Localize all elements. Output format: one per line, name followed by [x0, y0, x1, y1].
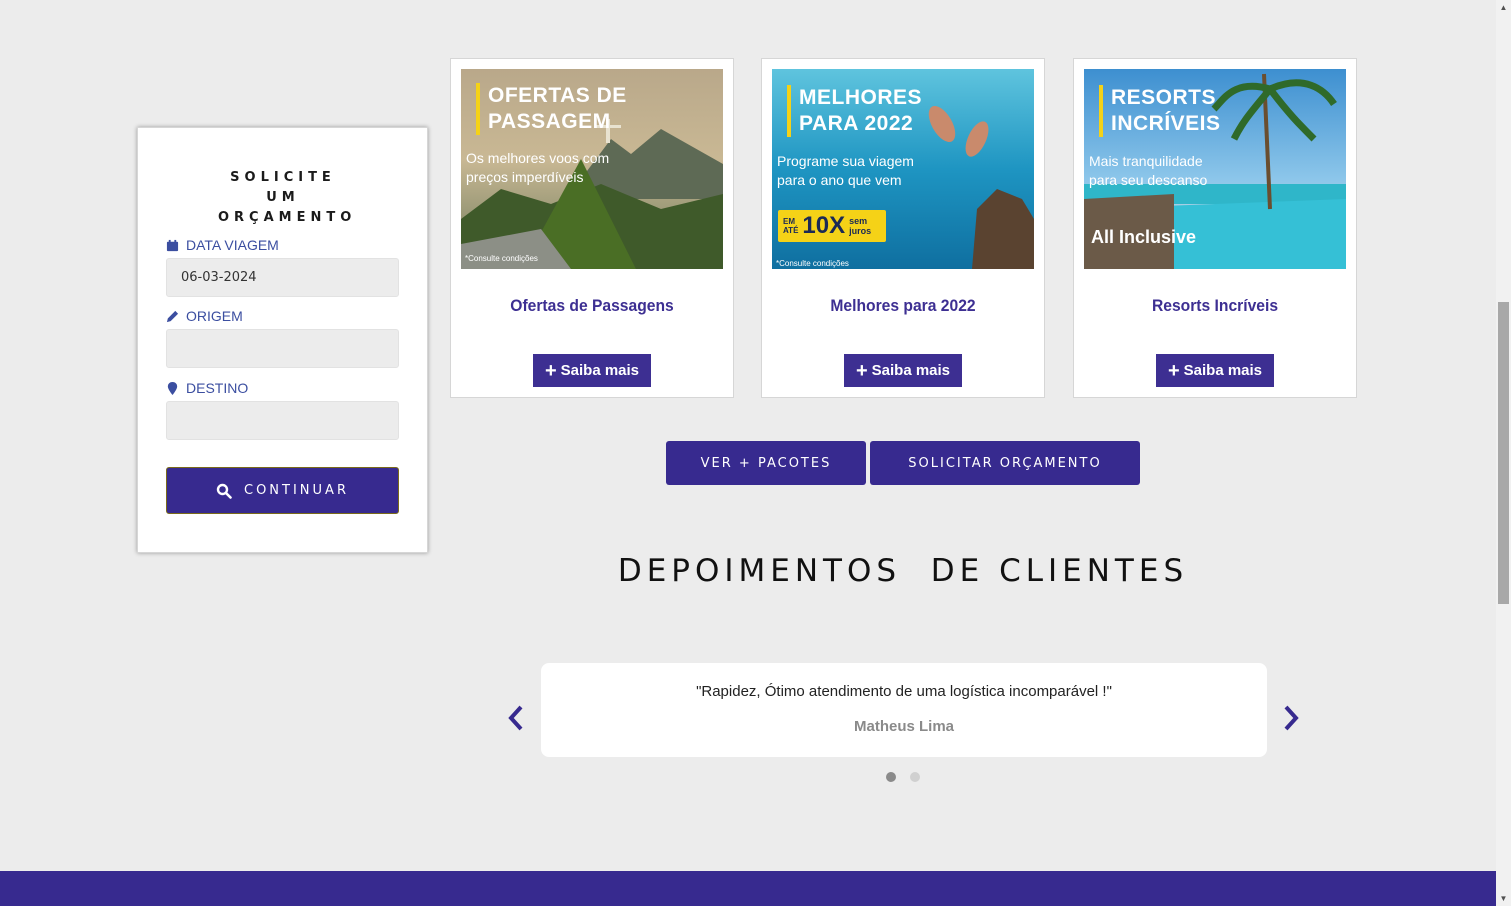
continue-button[interactable]: CONTINUAR: [166, 467, 399, 514]
testimonial-text: "Rapidez, Ótimo atendimento de uma logís…: [696, 683, 1112, 700]
request-quote-button[interactable]: SOLICITAR ORÇAMENTO: [870, 441, 1140, 485]
testimonials-title: DEPOIMENTOS DE CLIENTES: [617, 553, 1189, 589]
origin-label-text: ORIGEM: [186, 308, 243, 324]
offer-title[interactable]: Resorts Incríveis: [1085, 296, 1344, 316]
installments-badge: EM ATÉ 10X sem juros: [778, 210, 886, 242]
plus-icon: +: [1167, 359, 1180, 382]
learn-more-button[interactable]: + Saiba mais: [844, 354, 962, 387]
learn-more-button[interactable]: + Saiba mais: [1156, 354, 1274, 387]
testimonial-author: Matheus Lima: [853, 718, 955, 735]
date-field[interactable]: [166, 258, 399, 297]
offer-image-subtitle: Programe sua viagem para o ano que vem: [777, 153, 914, 188]
footer-band: [0, 871, 1496, 906]
pen-icon: [166, 310, 179, 322]
calendar-icon: [166, 239, 179, 251]
learn-more-label: Saiba mais: [560, 362, 640, 379]
offer-image-heading: OFERTAS DE PASSAGEM: [476, 83, 627, 135]
date-label-text: DATA VIAGEM: [186, 237, 279, 253]
offer-image-heading: MELHORES PARA 2022: [787, 85, 922, 137]
destination-field[interactable]: [166, 401, 399, 440]
learn-more-label: Saiba mais: [871, 362, 951, 379]
map-marker-icon: [167, 381, 178, 395]
scrollbar-thumb[interactable]: [1498, 302, 1509, 604]
continue-button-label: CONTINUAR: [244, 483, 349, 498]
learn-more-label: Saiba mais: [1183, 362, 1263, 379]
offer-image-flights[interactable]: OFERTAS DE PASSAGEM Os melhores voos com…: [461, 69, 723, 269]
date-label: DATA VIAGEM: [166, 237, 279, 253]
all-inclusive-tag: All Inclusive: [1091, 227, 1197, 247]
offer-image-subtitle: Os melhores voos com preços imperdíveis: [466, 150, 610, 185]
scroll-down-arrow-icon[interactable]: ▼: [1496, 891, 1511, 906]
scroll-up-arrow-icon[interactable]: ▲: [1496, 0, 1511, 15]
offer-image-note: *Consulte condições: [776, 259, 849, 268]
more-packages-button[interactable]: VER + PACOTES: [666, 441, 866, 485]
page-scrollbar[interactable]: ▲ ▼: [1496, 0, 1511, 906]
offer-image-subtitle: Mais tranquilidade para seu descanso: [1089, 153, 1208, 188]
carousel-dot[interactable]: [910, 772, 920, 782]
offer-card-resorts: RESORTS INCRÍVEIS Mais tranquilidade par…: [1073, 58, 1357, 398]
plus-icon: +: [544, 359, 557, 382]
quote-form-title: SOLICITE UM ORÇAMENTO: [218, 170, 357, 225]
search-icon: [216, 483, 232, 499]
chevron-right-icon[interactable]: [1281, 704, 1301, 732]
offer-image-best-2022[interactable]: MELHORES PARA 2022 Programe sua viagem p…: [772, 69, 1034, 269]
learn-more-button[interactable]: + Saiba mais: [533, 354, 651, 387]
chevron-left-icon[interactable]: [506, 704, 526, 732]
carousel-dot-active[interactable]: [886, 772, 896, 782]
offer-image-note: *Consulte condições: [465, 254, 538, 263]
offer-image-heading: RESORTS INCRÍVEIS: [1099, 85, 1221, 137]
testimonial-card: "Rapidez, Ótimo atendimento de uma logís…: [541, 663, 1267, 757]
offer-card-best-2022: MELHORES PARA 2022 Programe sua viagem p…: [761, 58, 1045, 398]
offer-title[interactable]: Melhores para 2022: [773, 296, 1032, 316]
origin-label: ORIGEM: [166, 308, 243, 324]
destination-label-text: DESTINO: [186, 380, 249, 396]
destination-label: DESTINO: [166, 380, 248, 396]
offer-image-resorts[interactable]: RESORTS INCRÍVEIS Mais tranquilidade par…: [1084, 69, 1346, 269]
quote-form-panel: SOLICITE UM ORÇAMENTO DATA VIAGEM ORIGEM…: [137, 127, 428, 553]
plus-icon: +: [855, 359, 868, 382]
offer-title[interactable]: Ofertas de Passagens: [462, 296, 721, 316]
offer-card-flights: OFERTAS DE PASSAGEM Os melhores voos com…: [450, 58, 734, 398]
origin-field[interactable]: [166, 329, 399, 368]
